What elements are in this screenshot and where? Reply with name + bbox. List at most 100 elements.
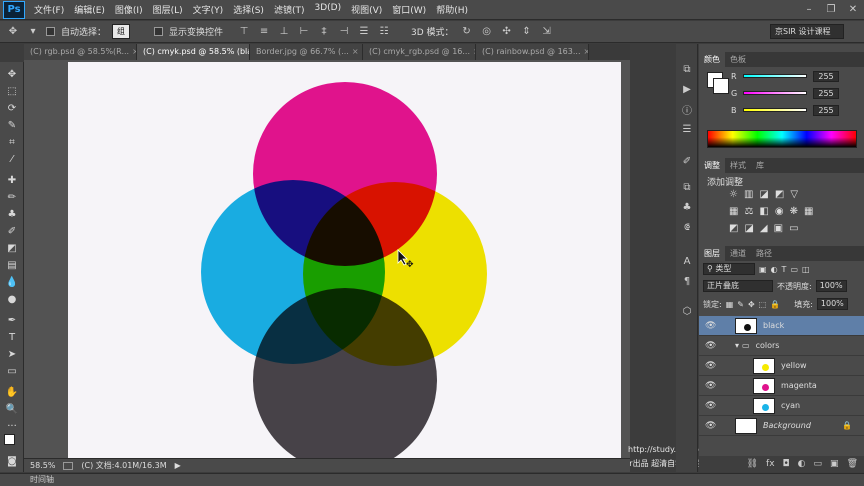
- foreground-color-swatch[interactable]: [4, 434, 15, 445]
- filter-adjust-icon[interactable]: ◐: [771, 265, 778, 274]
- lasso-tool-icon[interactable]: ⟳: [3, 100, 21, 116]
- eraser-icon[interactable]: ◩: [3, 240, 21, 256]
- blur-tool-icon[interactable]: 💧: [3, 274, 21, 290]
- document-tab[interactable]: (C) cmyk.psd @ 58.5% (black, RGB/8) *×: [137, 44, 250, 60]
- eyedropper-icon[interactable]: ⁄: [3, 151, 21, 167]
- document-tab[interactable]: (C) rainbow.psd @ 163...×: [476, 44, 589, 60]
- menu-item[interactable]: 文字(Y): [188, 3, 229, 16]
- color-slider-g[interactable]: G 255: [703, 87, 863, 99]
- tool-presets-icon[interactable]: ♣: [680, 200, 694, 214]
- 3d-roll-icon[interactable]: ◎: [480, 25, 494, 39]
- dodge-tool-icon[interactable]: ●: [3, 291, 21, 307]
- distribute-icon[interactable]: ☰: [357, 25, 371, 39]
- tab-library[interactable]: 库: [751, 158, 769, 173]
- eye-icon[interactable]: 👁: [705, 381, 719, 391]
- document-canvas[interactable]: ✥: [68, 62, 621, 458]
- type-tool-icon[interactable]: T: [3, 329, 21, 345]
- layer-row[interactable]: 👁 cyan: [699, 396, 864, 416]
- blend-mode-dropdown[interactable]: 正片叠底: [703, 280, 773, 292]
- menu-item[interactable]: 帮助(H): [431, 3, 473, 16]
- channel-track[interactable]: [743, 91, 807, 95]
- channel-value[interactable]: 255: [813, 70, 839, 82]
- photo-filter-icon[interactable]: ◉: [775, 206, 784, 217]
- clone-stamp-icon[interactable]: ♣: [3, 206, 21, 222]
- hue-saturation-icon[interactable]: ▦: [729, 206, 738, 217]
- move-tool-icon[interactable]: ✥: [3, 66, 21, 82]
- trash-icon[interactable]: 🗑: [847, 459, 858, 469]
- actions-play-icon[interactable]: ▶: [680, 82, 694, 96]
- vibrance-icon[interactable]: ▽: [790, 189, 798, 200]
- selective-color-icon[interactable]: ▣: [774, 223, 783, 234]
- paths-icon[interactable]: ⟃: [680, 220, 694, 234]
- align-right-icon[interactable]: ⊣: [337, 25, 351, 39]
- properties-icon[interactable]: ☰: [680, 122, 694, 136]
- 3d-rotate-icon[interactable]: ↻: [460, 25, 474, 39]
- posterize-icon[interactable]: ◪: [744, 223, 753, 234]
- brush-tool-icon[interactable]: ✏: [3, 189, 21, 205]
- restore-icon[interactable]: ❐: [820, 1, 842, 19]
- tab-adjustments[interactable]: 调整: [699, 158, 725, 173]
- quick-mask-icon[interactable]: ◙: [3, 453, 21, 469]
- layer-filter-dropdown[interactable]: ⚲ 类型: [703, 263, 755, 275]
- clone-source-icon[interactable]: ⧉: [680, 180, 694, 194]
- channel-value[interactable]: 255: [813, 87, 839, 99]
- close-tab-icon[interactable]: ×: [352, 47, 359, 56]
- lock-pixels-icon[interactable]: ✎: [737, 300, 744, 309]
- layer-row[interactable]: 👁 black: [699, 316, 864, 336]
- lock-position-icon[interactable]: ✥: [748, 300, 755, 309]
- 3d-icon[interactable]: ⬡: [680, 304, 694, 318]
- character-icon[interactable]: A: [680, 254, 694, 268]
- paragraph-icon[interactable]: ¶: [680, 274, 694, 288]
- eye-icon[interactable]: 👁: [705, 401, 719, 411]
- pen-tool-icon[interactable]: ✒: [3, 312, 21, 328]
- show-transform-checkbox[interactable]: [154, 27, 164, 36]
- auto-select-checkbox[interactable]: [46, 27, 55, 36]
- brush-preset-icon[interactable]: ✐: [680, 154, 694, 168]
- brightness-icon[interactable]: ☼: [729, 189, 738, 200]
- fill-field[interactable]: 100%: [816, 298, 848, 310]
- align-middle-icon[interactable]: ≡: [257, 25, 271, 39]
- color-balance-icon[interactable]: ⚖: [744, 206, 753, 217]
- marquee-tool-icon[interactable]: ⬚: [3, 83, 21, 99]
- move-tool-icon[interactable]: ✥: [6, 25, 20, 39]
- fx-icon[interactable]: fx: [766, 459, 775, 469]
- chevron-down-icon[interactable]: ▾: [735, 341, 739, 350]
- menu-item[interactable]: 图像(I): [110, 3, 148, 16]
- lock-transparent-icon[interactable]: ▦: [726, 300, 734, 309]
- 3d-pan-icon[interactable]: ✣: [500, 25, 514, 39]
- color-spectrum[interactable]: [707, 130, 857, 148]
- lock-all-icon[interactable]: 🔒: [770, 300, 780, 309]
- color-slider-r[interactable]: R 255: [703, 70, 863, 82]
- menu-item[interactable]: 选择(S): [228, 3, 269, 16]
- rectangle-tool-icon[interactable]: ▭: [3, 363, 21, 379]
- opacity-field[interactable]: 100%: [815, 280, 847, 292]
- document-tab[interactable]: (C) cmyk_rgb.psd @ 16...×: [363, 44, 476, 60]
- menu-item[interactable]: 视图(V): [346, 3, 387, 16]
- quick-select-icon[interactable]: ✎: [3, 117, 21, 133]
- invert-icon[interactable]: ◩: [729, 223, 738, 234]
- zoom-level[interactable]: 58.5%: [30, 461, 55, 470]
- filter-shape-icon[interactable]: ▭: [790, 265, 798, 274]
- document-tab[interactable]: (C) rgb.psd @ 58.5%(R...×: [24, 44, 137, 60]
- menu-item[interactable]: 编辑(E): [69, 3, 110, 16]
- 3d-scale-icon[interactable]: ⇲: [540, 25, 554, 39]
- tab-channels[interactable]: 通道: [725, 246, 751, 261]
- menu-item[interactable]: 图层(L): [148, 3, 188, 16]
- color-slider-b[interactable]: B 255: [703, 104, 863, 116]
- curves-icon[interactable]: ◪: [759, 189, 768, 200]
- layer-row[interactable]: 👁 ▾ ▭ colors: [699, 336, 864, 356]
- black-white-icon[interactable]: ◧: [759, 206, 768, 217]
- menu-item[interactable]: 3D(D): [309, 3, 346, 16]
- close-icon[interactable]: ✕: [842, 1, 864, 19]
- hand-tool-icon[interactable]: ✋: [3, 384, 21, 400]
- distribute-icon[interactable]: ☷: [377, 25, 391, 39]
- info-icon[interactable]: ⓘ: [680, 102, 694, 117]
- tab-color[interactable]: 颜色: [699, 52, 725, 67]
- crop-tool-icon[interactable]: ⌗: [3, 134, 21, 150]
- canvas-area[interactable]: ✥: [24, 60, 630, 458]
- menu-item[interactable]: 滤镜(T): [269, 3, 310, 16]
- tab-styles[interactable]: 样式: [725, 158, 751, 173]
- gradient-map-icon[interactable]: ▭: [789, 223, 798, 234]
- align-left-icon[interactable]: ⊢: [297, 25, 311, 39]
- tab-swatches[interactable]: 色板: [725, 52, 751, 67]
